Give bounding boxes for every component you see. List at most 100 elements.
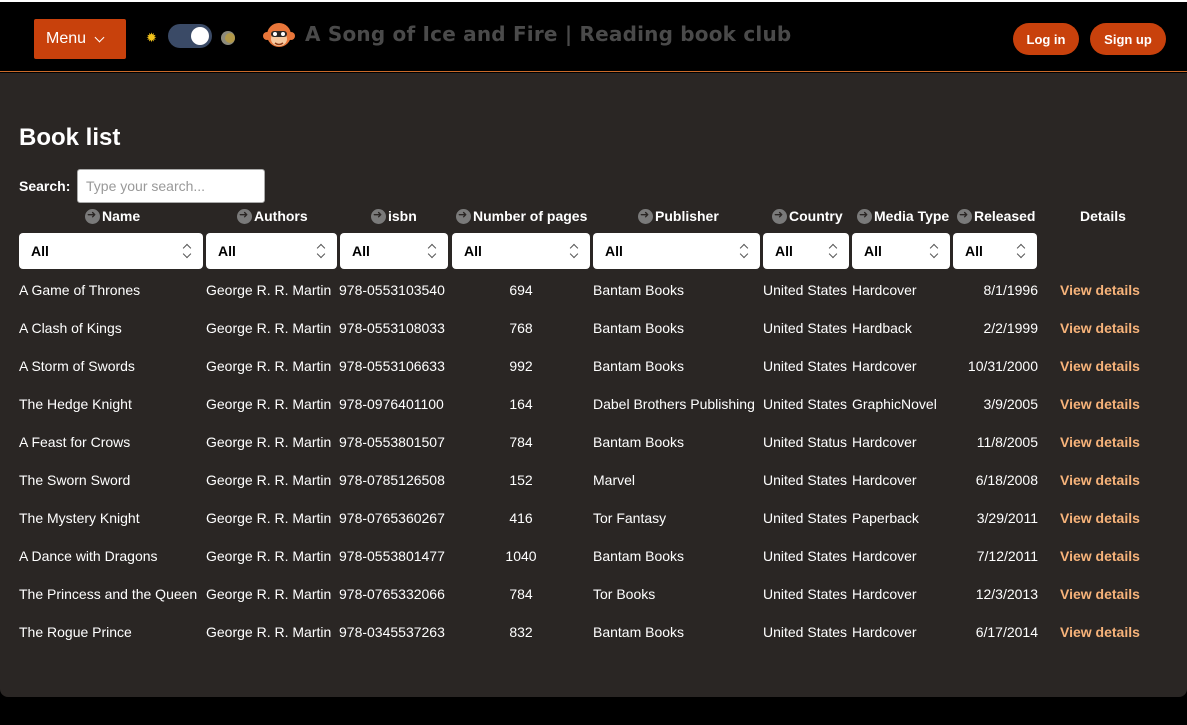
cell-publisher: Bantam Books bbox=[593, 320, 685, 336]
cell-publisher: Bantam Books bbox=[593, 358, 685, 374]
table-row: The Sworn Sword George R. R. Martin 978-07… bbox=[0, 471, 1187, 509]
cell-publisher: Bantam Books bbox=[593, 624, 685, 640]
updown-chevron-icon bbox=[740, 243, 748, 259]
search-input[interactable] bbox=[77, 169, 265, 203]
theme-toggle[interactable] bbox=[168, 24, 212, 48]
sort-icon bbox=[237, 208, 252, 224]
cell-name: The Rogue Prince bbox=[19, 624, 132, 640]
filter-country[interactable]: All bbox=[763, 233, 849, 269]
cell-country: United States bbox=[763, 358, 848, 374]
view-details-link[interactable]: View details bbox=[1060, 395, 1140, 413]
cell-publisher: Bantam Books bbox=[593, 282, 685, 298]
cell-released: 12/3/2013 bbox=[975, 586, 1038, 602]
filter-isbn[interactable]: All bbox=[340, 233, 448, 269]
table-row: The Princess and the Queen George R. R. M… bbox=[0, 585, 1187, 623]
filter-name[interactable]: All bbox=[19, 233, 203, 269]
cell-name: The Sworn Sword bbox=[19, 472, 131, 488]
cell-country: United Status bbox=[763, 434, 848, 450]
filter-publisher[interactable]: All bbox=[593, 233, 760, 269]
view-details-link[interactable]: View details bbox=[1060, 319, 1140, 337]
menu-button[interactable]: Menu bbox=[34, 19, 126, 59]
column-header-media-type[interactable]: Media Type bbox=[857, 208, 949, 224]
cell-country: United States bbox=[763, 510, 848, 526]
cell-released: 10/31/2000 bbox=[967, 358, 1038, 374]
login-button[interactable]: Log in bbox=[1013, 23, 1079, 55]
cell-authors: George R. R. Martin bbox=[206, 282, 332, 298]
filter-value: All bbox=[464, 243, 482, 259]
cell-pages: 694 bbox=[509, 282, 533, 298]
cell-media-type: Hardcover bbox=[852, 434, 917, 450]
view-details-link[interactable]: View details bbox=[1060, 509, 1140, 527]
view-details-link[interactable]: View details bbox=[1060, 623, 1140, 641]
cell-authors: George R. R. Martin bbox=[206, 358, 332, 374]
column-label: Country bbox=[789, 208, 843, 224]
cell-released: 3/9/2005 bbox=[983, 396, 1039, 412]
sort-icon bbox=[638, 208, 653, 224]
cell-pages: 164 bbox=[509, 396, 533, 412]
cell-media-type: Hardcover bbox=[852, 358, 917, 374]
filter-value: All bbox=[775, 243, 793, 259]
cell-authors: George R. R. Martin bbox=[206, 320, 332, 336]
cell-media-type: Paperback bbox=[852, 510, 919, 526]
column-header-isbn[interactable]: isbn bbox=[371, 208, 417, 224]
filter-released[interactable]: All bbox=[953, 233, 1037, 269]
table-row: The Mystery Knight George R. R. Martin 978… bbox=[0, 509, 1187, 547]
cell-pages: 416 bbox=[509, 510, 533, 526]
table-row: A Dance with Dragons George R. R. Martin 9… bbox=[0, 547, 1187, 585]
cell-pages: 1040 bbox=[505, 548, 537, 564]
cell-released: 7/12/2011 bbox=[976, 548, 1038, 564]
column-header-publisher[interactable]: Publisher bbox=[638, 208, 719, 224]
cell-country: United States bbox=[763, 282, 848, 298]
cell-country: United States bbox=[763, 396, 848, 412]
cell-media-type: GraphicNovel bbox=[852, 396, 937, 412]
cell-media-type: Hardcover bbox=[852, 586, 917, 602]
column-header-released[interactable]: Released bbox=[957, 208, 1035, 224]
updown-chevron-icon bbox=[829, 243, 837, 259]
cell-media-type: Hardcover bbox=[852, 282, 917, 298]
column-header-country[interactable]: Country bbox=[772, 208, 843, 224]
cell-country: United States bbox=[763, 586, 848, 602]
cell-pages: 832 bbox=[509, 624, 533, 640]
column-label: Number of pages bbox=[473, 208, 588, 224]
cell-authors: George R. R. Martin bbox=[206, 472, 332, 488]
cell-name: The Hedge Knight bbox=[19, 396, 132, 412]
cell-released: 6/18/2008 bbox=[975, 472, 1038, 488]
filter-value: All bbox=[864, 243, 882, 259]
column-header-details: Details bbox=[1080, 208, 1126, 224]
updown-chevron-icon bbox=[1017, 243, 1025, 259]
column-header-name[interactable]: Name bbox=[85, 208, 140, 224]
filter-authors[interactable]: All bbox=[206, 233, 337, 269]
cell-name: A Dance with Dragons bbox=[19, 548, 158, 564]
cell-isbn: 978-0553103540 bbox=[339, 282, 445, 298]
filter-value: All bbox=[965, 243, 983, 259]
cell-country: United States bbox=[763, 472, 848, 488]
cell-name: A Clash of Kings bbox=[19, 320, 122, 336]
column-header-authors[interactable]: Authors bbox=[237, 208, 308, 224]
filter-media-type[interactable]: All bbox=[852, 233, 950, 269]
cell-released: 2/2/1999 bbox=[983, 320, 1039, 336]
filter-value: All bbox=[352, 243, 370, 259]
signup-button[interactable]: Sign up bbox=[1090, 23, 1166, 55]
updown-chevron-icon bbox=[183, 243, 191, 259]
view-details-link[interactable]: View details bbox=[1060, 471, 1140, 489]
cell-released: 3/29/2011 bbox=[976, 510, 1038, 526]
cell-authors: George R. R. Martin bbox=[206, 510, 332, 526]
column-label: Publisher bbox=[655, 208, 719, 224]
cell-publisher: Dabel Brothers Publishing bbox=[593, 396, 755, 412]
cell-media-type: Hardcover bbox=[852, 472, 917, 488]
column-header-pages[interactable]: Number of pages bbox=[456, 208, 587, 224]
sort-icon bbox=[456, 208, 471, 224]
table-row: A Feast for Crows George R. R. Martin 978-… bbox=[0, 433, 1187, 471]
view-details-link[interactable]: View details bbox=[1060, 547, 1140, 565]
updown-chevron-icon bbox=[930, 243, 938, 259]
cell-name: The Mystery Knight bbox=[19, 510, 140, 526]
sort-icon bbox=[957, 208, 972, 224]
view-details-link[interactable]: View details bbox=[1060, 585, 1140, 603]
sort-icon bbox=[85, 208, 100, 224]
cell-isbn: 978-0976401100 bbox=[339, 396, 444, 412]
view-details-link[interactable]: View details bbox=[1060, 433, 1140, 451]
filter-pages[interactable]: All bbox=[452, 233, 590, 269]
cell-pages: 768 bbox=[509, 320, 533, 336]
view-details-link[interactable]: View details bbox=[1060, 357, 1140, 375]
view-details-link[interactable]: View details bbox=[1060, 281, 1140, 299]
